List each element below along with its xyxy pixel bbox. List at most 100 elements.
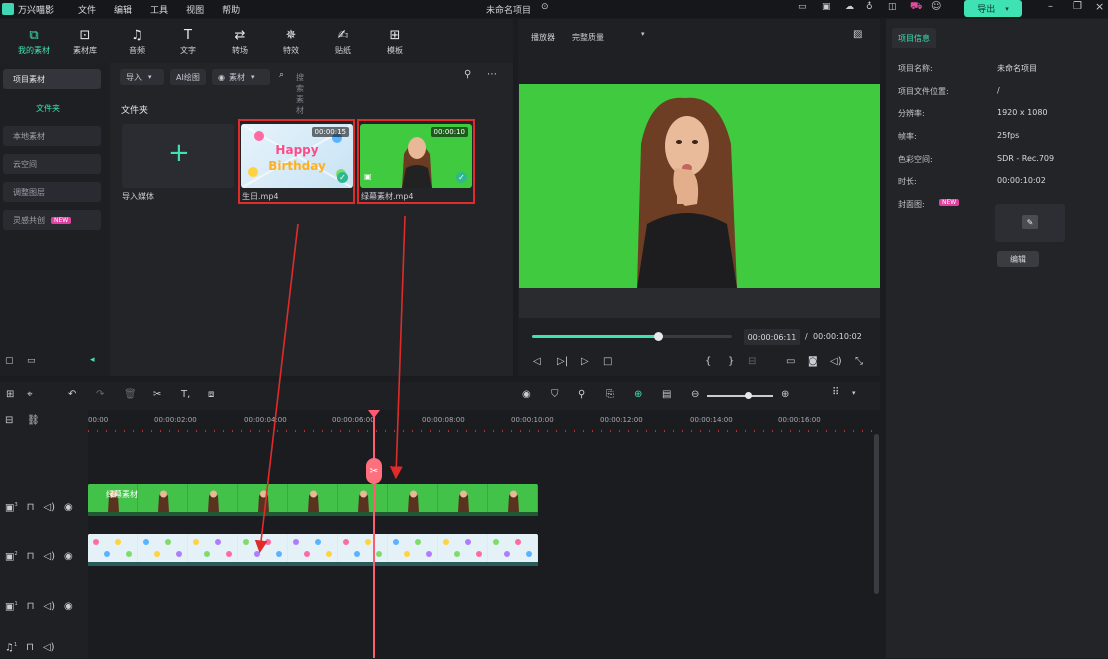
tool-audio[interactable]: ♫ 音频: [112, 28, 162, 56]
volume-icon[interactable]: ◁): [830, 357, 842, 367]
sidebar-item-adjustment[interactable]: 调整图层: [3, 182, 101, 202]
add-track-icon[interactable]: ⊟: [5, 416, 13, 426]
sidebar-item-cloud[interactable]: 云空间: [3, 154, 101, 174]
sidebar-item-local[interactable]: 本地素材: [3, 126, 101, 146]
volume-icon[interactable]: ◁): [43, 643, 55, 653]
lock-icon[interactable]: ⊓: [27, 552, 35, 562]
link-icon[interactable]: ⛓: [27, 416, 40, 426]
mic-icon[interactable]: ⚲: [578, 390, 585, 400]
folder-outline-icon[interactable]: ▭: [27, 357, 36, 366]
monitor-icon[interactable]: ▭: [798, 3, 807, 12]
tool-effects[interactable]: ✵ 特效: [266, 28, 316, 56]
cover-image-box[interactable]: ✎: [995, 204, 1065, 242]
scrub-handle[interactable]: [654, 332, 663, 341]
select-icon[interactable]: ⌖: [27, 390, 33, 400]
play-icon[interactable]: ▷: [581, 357, 589, 367]
text-tool-icon[interactable]: T,: [181, 390, 190, 400]
lock-icon[interactable]: ⊓: [27, 602, 35, 612]
snap-icon[interactable]: ⊕: [634, 390, 642, 400]
tool-transition[interactable]: ⇄ 转场: [215, 28, 265, 56]
prev-frame-icon[interactable]: ◁: [533, 357, 541, 367]
collapse-icon[interactable]: ◂: [90, 356, 95, 365]
user-icon[interactable]: ☺: [931, 2, 941, 12]
ai-image-button[interactable]: AI绘图: [170, 69, 206, 85]
zoom-slider[interactable]: [707, 395, 773, 397]
camera-icon[interactable]: ◙: [808, 357, 818, 367]
marker-icon[interactable]: ▤: [662, 390, 671, 400]
eye-icon[interactable]: ◉: [64, 602, 73, 612]
info-icon[interactable]: ⊙: [541, 3, 549, 12]
scrub-bar[interactable]: [532, 335, 732, 338]
quality-dropdown[interactable]: 完整质量: [572, 32, 604, 43]
restore-icon[interactable]: ❐: [1073, 2, 1082, 12]
menu-file[interactable]: 文件: [78, 3, 96, 16]
split-icon[interactable]: ⊟: [748, 357, 756, 367]
shield-icon[interactable]: ⛉: [551, 390, 559, 400]
bulb-icon[interactable]: ♁: [866, 3, 873, 12]
edit-cover-button[interactable]: 编辑: [997, 251, 1039, 267]
tool-text[interactable]: T 文字: [163, 28, 213, 56]
volume-icon[interactable]: ◁): [43, 503, 55, 513]
mark-in-icon[interactable]: {: [705, 357, 711, 367]
lock-icon[interactable]: ⊓: [26, 643, 34, 653]
add-folder-icon[interactable]: ▢: [5, 357, 14, 366]
media-type-dropdown[interactable]: ◉ 素材 ▾: [212, 69, 270, 85]
tab-project-info[interactable]: 项目信息: [892, 28, 936, 48]
crop-icon[interactable]: ⧈: [208, 390, 214, 400]
player-label[interactable]: 播放器: [531, 32, 555, 43]
more-icon[interactable]: ⋯: [487, 70, 497, 80]
export-button[interactable]: 导出 ▾: [964, 0, 1022, 17]
menu-edit[interactable]: 编辑: [114, 3, 132, 16]
fullscreen-icon[interactable]: ⤡: [855, 357, 863, 367]
menu-tools[interactable]: 工具: [150, 3, 168, 16]
volume-icon[interactable]: ◁): [43, 552, 55, 562]
lock-icon[interactable]: ⊓: [27, 503, 35, 513]
timeline-scrollbar[interactable]: [874, 434, 879, 594]
playhead[interactable]: [373, 412, 375, 658]
tool-library[interactable]: ⊡ 素材库: [60, 28, 110, 56]
save-icon[interactable]: ▣: [822, 3, 831, 12]
import-dropdown[interactable]: 导入 ▾: [120, 69, 164, 85]
volume-icon[interactable]: ◁): [43, 602, 55, 612]
play-pause-icon[interactable]: ▷|: [557, 357, 568, 367]
eye-icon[interactable]: ◉: [64, 552, 73, 562]
tool-template[interactable]: ⊞ 模板: [370, 28, 420, 56]
minimize-icon[interactable]: –: [1048, 2, 1053, 12]
current-time[interactable]: 00:00:06:11: [744, 329, 800, 345]
zoom-slider-handle[interactable]: [745, 392, 752, 399]
undo-icon[interactable]: ↶: [68, 390, 76, 400]
cart-icon[interactable]: ⛟: [910, 2, 923, 12]
mark-out-icon[interactable]: }: [728, 357, 734, 367]
menu-view[interactable]: 视图: [186, 3, 204, 16]
tool-my-media[interactable]: ⧉ 我的素材: [9, 28, 59, 56]
search-input[interactable]: 搜索素材: [296, 72, 304, 116]
snapshot-icon[interactable]: ▨: [853, 30, 862, 40]
zoom-in-icon[interactable]: ⊕: [781, 390, 789, 400]
zoom-out-icon[interactable]: ⊖: [691, 390, 699, 400]
layout-icon[interactable]: ⊞: [6, 390, 14, 400]
sidebar-item-inspiration[interactable]: 灵感共创 NEW: [3, 210, 101, 230]
cloud-icon[interactable]: ☁: [845, 3, 854, 12]
gift-icon[interactable]: ◫: [888, 3, 897, 12]
close-icon[interactable]: ×: [1095, 1, 1104, 12]
ai-icon[interactable]: ⎘: [606, 390, 614, 400]
scissors-icon[interactable]: ✂: [153, 390, 161, 400]
timeline-clip-greenscreen[interactable]: [88, 484, 538, 516]
split-marker[interactable]: ✂: [366, 458, 382, 484]
tool-sticker[interactable]: ✍ 贴纸: [318, 28, 368, 56]
clip-frame-balloon: [476, 551, 482, 557]
filter-icon[interactable]: ⚲: [464, 70, 471, 80]
timeline-clip-birthday[interactable]: [88, 534, 538, 566]
import-media-tile[interactable]: +: [122, 124, 234, 188]
display-icon[interactable]: ▭: [786, 357, 795, 367]
eye-icon[interactable]: ◉: [64, 503, 73, 513]
menu-help[interactable]: 帮助: [222, 3, 240, 16]
sidebar-folder[interactable]: 文件夹: [36, 103, 60, 114]
delete-icon[interactable]: 🗑: [124, 390, 137, 400]
render-icon[interactable]: ◉: [522, 390, 531, 400]
redo-icon[interactable]: ↷: [96, 390, 104, 400]
sidebar-item-project-media[interactable]: 项目素材: [3, 69, 101, 89]
grid-menu-icon[interactable]: ⠿: [832, 388, 839, 398]
stop-icon[interactable]: □: [603, 357, 612, 367]
ruler-ticks: [88, 430, 878, 432]
